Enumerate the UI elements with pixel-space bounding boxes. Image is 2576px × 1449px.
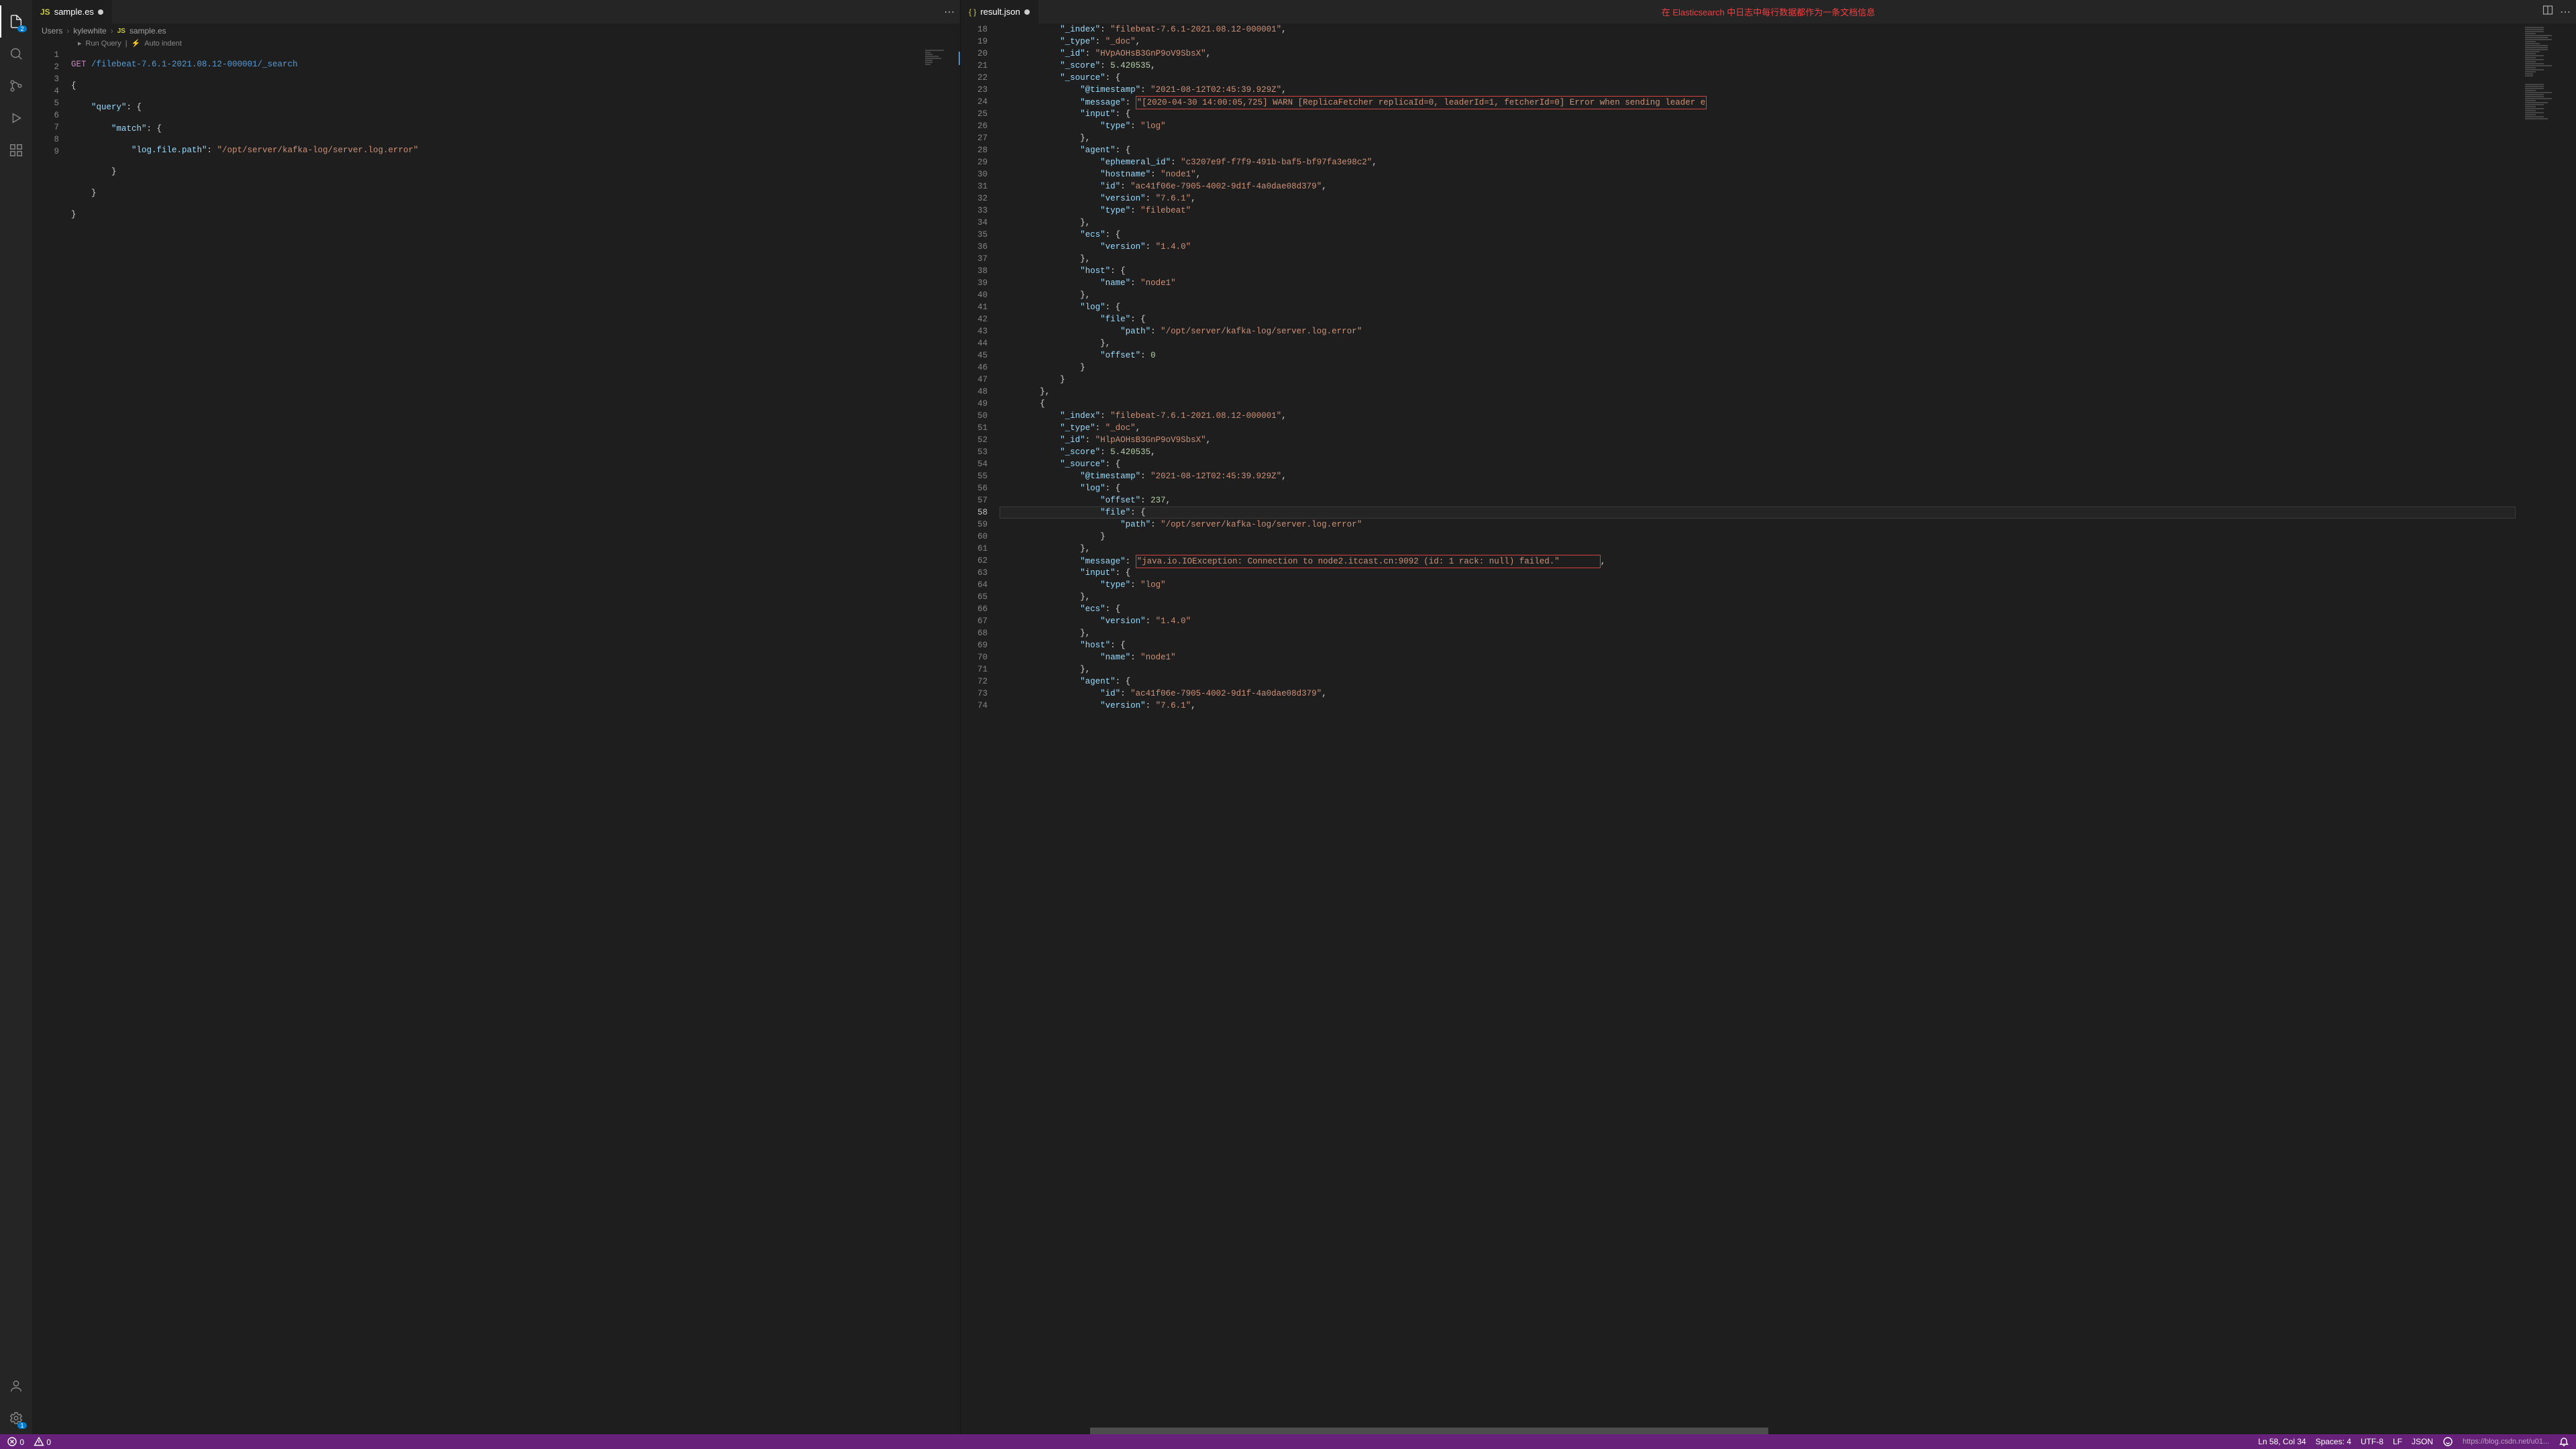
right-minimap[interactable] <box>2522 23 2576 1428</box>
settings-button[interactable]: 1 <box>0 1402 32 1434</box>
left-minimap[interactable] <box>922 49 960 1434</box>
status-feedback-icon[interactable] <box>2443 1436 2453 1447</box>
settings-badge: 1 <box>17 1422 27 1429</box>
split-editor-icon[interactable] <box>2542 5 2553 19</box>
highlighted-message-1: "[2020-04-30 14:00:05,725] WARN [Replica… <box>1136 96 1707 109</box>
more-tabs-icon[interactable]: ⋯ <box>2560 5 2571 19</box>
status-errors[interactable]: 0 <box>7 1436 24 1447</box>
left-gutter: 1234 56789 <box>32 49 71 1434</box>
activity-bar: 2 1 <box>0 0 32 1434</box>
breadcrumb-seg: kylewhite <box>73 26 106 36</box>
tab-sample-es[interactable]: JS sample.es <box>32 0 112 23</box>
explorer-button[interactable]: 2 <box>0 5 32 38</box>
status-bell-icon[interactable] <box>2559 1436 2569 1447</box>
status-lncol[interactable]: Ln 58, Col 34 <box>2258 1437 2306 1446</box>
highlighted-message-2: "java.io.IOException: Connection to node… <box>1136 555 1601 568</box>
right-gutter: 1819202122232425262728293031323334353637… <box>961 23 1000 1428</box>
tab-label: result.json <box>980 7 1020 17</box>
watermark: https://blog.csdn.net/u01... <box>2463 1438 2549 1446</box>
minimap-viewport[interactable] <box>959 52 960 65</box>
tab-result-json[interactable]: { } result.json <box>961 0 1038 23</box>
dirty-indicator-icon <box>1024 9 1030 15</box>
top-annotation: 在 Elasticsearch 中日志中每行数据都作为一条文档信息 <box>1662 0 1876 23</box>
dirty-indicator-icon <box>98 9 103 15</box>
json-file-icon: { } <box>969 7 976 17</box>
explorer-badge: 2 <box>17 25 27 32</box>
codelens-auto[interactable]: Auto indent <box>144 38 182 49</box>
extensions-button[interactable] <box>0 134 32 166</box>
chevron-right-icon: › <box>111 26 113 36</box>
h-scrollbar[interactable] <box>961 1428 2576 1434</box>
status-bar: 0 0 Ln 58, Col 34 Spaces: 4 UTF-8 LF JSO… <box>0 1434 2576 1449</box>
code-lens: ▸ Run Query | ⚡ Auto indent <box>32 38 960 49</box>
chevron-right-icon: › <box>66 26 69 36</box>
more-tabs-icon[interactable]: ⋯ <box>944 5 955 19</box>
js-file-icon: JS <box>40 7 50 17</box>
js-file-icon: JS <box>117 28 125 35</box>
status-lang[interactable]: JSON <box>2412 1437 2433 1446</box>
codelens-run-arrow-icon: ▸ <box>78 38 82 49</box>
run-button[interactable] <box>0 102 32 134</box>
source-control-button[interactable] <box>0 70 32 102</box>
right-editor: { } result.json 在 Elasticsearch 中日志中每行数据… <box>961 0 2576 1434</box>
left-editor: JS sample.es ⋯ Users › kylewhite › JS samp… <box>32 0 961 1434</box>
breadcrumb-seg: Users <box>42 26 62 36</box>
bolt-icon: ⚡ <box>131 38 141 49</box>
left-code[interactable]: GET /filebeat-7.6.1-2021.08.12-000001/_s… <box>71 49 922 1434</box>
status-eol[interactable]: LF <box>2393 1437 2402 1446</box>
h-scroll-thumb[interactable] <box>1090 1428 1768 1434</box>
search-button[interactable] <box>0 38 32 70</box>
breadcrumb[interactable]: Users › kylewhite › JS sample.es <box>32 23 960 38</box>
left-tabs: JS sample.es ⋯ <box>32 0 960 23</box>
codelens-run[interactable]: Run Query <box>86 38 121 49</box>
accounts-button[interactable] <box>0 1370 32 1402</box>
tab-label: sample.es <box>54 7 94 17</box>
right-tabs: { } result.json 在 Elasticsearch 中日志中每行数据… <box>961 0 2576 23</box>
status-warnings[interactable]: 0 <box>34 1436 51 1447</box>
breadcrumb-seg: sample.es <box>129 26 166 36</box>
status-encoding[interactable]: UTF-8 <box>2361 1437 2383 1446</box>
status-spaces[interactable]: Spaces: 4 <box>2316 1437 2351 1446</box>
right-code[interactable]: "_index": "filebeat-7.6.1-2021.08.12-000… <box>1000 23 2522 1428</box>
